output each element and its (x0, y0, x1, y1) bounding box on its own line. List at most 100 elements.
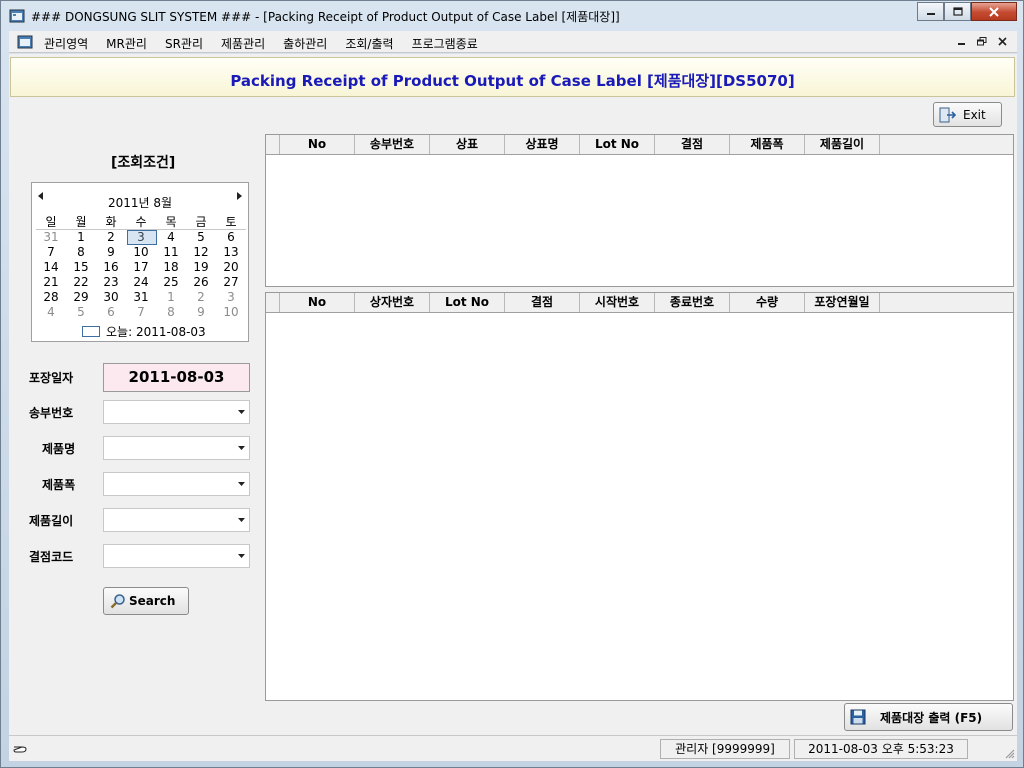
shipment-no-label: 송부번호 (29, 406, 74, 420)
menu-inquiry-print[interactable]: 조회/출력 (345, 35, 393, 52)
calendar-day[interactable]: 31 (36, 230, 66, 245)
calendar-day[interactable]: 2 (186, 290, 216, 305)
column-header[interactable]: 송부번호 (355, 135, 430, 154)
column-header[interactable]: 수량 (730, 293, 805, 312)
calendar-day[interactable]: 4 (36, 305, 66, 320)
calendar-day[interactable]: 5 (186, 230, 216, 245)
product-name-label: 제품명 (42, 442, 76, 456)
column-header[interactable]: 시작번호 (580, 293, 655, 312)
calendar-day[interactable]: 9 (96, 245, 126, 260)
calendar-day[interactable]: 2 (96, 230, 126, 245)
column-header[interactable]: 상자번호 (355, 293, 430, 312)
product-name-combo[interactable] (103, 436, 250, 460)
shipment-no-combo[interactable] (103, 400, 250, 424)
search-label: Search (129, 594, 176, 608)
calendar-day-selected[interactable]: 3 (126, 230, 157, 245)
product-length-combo[interactable] (103, 508, 250, 532)
column-header[interactable]: Lot No (580, 135, 655, 154)
minimize-button[interactable] (917, 2, 944, 21)
calendar-day[interactable]: 11 (156, 245, 186, 260)
calendar-day[interactable]: 13 (216, 245, 246, 260)
calendar-today-link[interactable]: 오늘: 2011-08-03 (82, 323, 206, 340)
menu-product[interactable]: 제품관리 (221, 35, 265, 52)
calendar-day[interactable]: 15 (66, 260, 96, 275)
calendar-day[interactable]: 16 (96, 260, 126, 275)
calendar-day[interactable]: 3 (216, 290, 246, 305)
exit-button[interactable]: Exit (933, 102, 1002, 127)
calendar-day[interactable]: 17 (126, 260, 156, 275)
calendar-day[interactable]: 14 (36, 260, 66, 275)
menu-sr[interactable]: SR관리 (165, 35, 203, 52)
menu-shipping[interactable]: 출하관리 (283, 35, 327, 52)
maximize-button[interactable] (944, 2, 971, 21)
calendar-day[interactable]: 6 (96, 305, 126, 320)
column-header[interactable]: 결점 (655, 135, 730, 154)
column-header[interactable]: 제품폭 (730, 135, 805, 154)
menu-admin-area[interactable]: 관리영역 (44, 35, 88, 52)
calendar-day[interactable]: 18 (156, 260, 186, 275)
calendar-day[interactable]: 1 (156, 290, 186, 305)
calendar-day[interactable]: 21 (36, 275, 66, 290)
calendar-day[interactable]: 23 (96, 275, 126, 290)
calendar-day[interactable]: 10 (216, 305, 246, 320)
month-calendar[interactable]: 2011년 8월 일 월 화 수 목 금 토 31 1 2 3 4 5 6 7 … (31, 182, 249, 342)
column-header[interactable]: No (280, 135, 355, 154)
client-area: Packing Receipt of Product Output of Cas… (9, 54, 1017, 761)
calendar-day[interactable]: 24 (126, 275, 156, 290)
calendar-day[interactable]: 7 (126, 305, 156, 320)
calendar-day[interactable]: 6 (216, 230, 246, 245)
calendar-day[interactable]: 1 (66, 230, 96, 245)
calendar-day[interactable]: 26 (186, 275, 216, 290)
column-header[interactable]: 상표 (430, 135, 505, 154)
shipment-grid[interactable]: No 송부번호 상표 상표명 Lot No 결점 제품폭 제품길이 (265, 134, 1014, 287)
calendar-day[interactable]: 28 (36, 290, 66, 305)
close-button[interactable] (971, 2, 1017, 21)
column-header[interactable]: 결점 (505, 293, 580, 312)
app-icon (9, 9, 25, 23)
restore-icon (977, 36, 987, 45)
calendar-day[interactable]: 12 (186, 245, 216, 260)
search-button[interactable]: Search (103, 587, 189, 615)
calendar-day[interactable]: 31 (126, 290, 156, 305)
column-header[interactable]: 상표명 (505, 135, 580, 154)
calendar-day[interactable]: 4 (156, 230, 186, 245)
case-grid[interactable]: No 상자번호 Lot No 결점 시작번호 종료번호 수량 포장연월일 (265, 292, 1014, 701)
product-width-label: 제품폭 (42, 478, 76, 492)
exit-label: Exit (963, 107, 986, 122)
mdi-child-icon[interactable] (17, 34, 33, 50)
title-bar[interactable]: ### DONGSUNG SLIT SYSTEM ### - [Packing … (1, 1, 1023, 31)
calendar-day[interactable]: 19 (186, 260, 216, 275)
calendar-day[interactable]: 30 (96, 290, 126, 305)
menu-bar: 관리영역 MR관리 SR관리 제품관리 출하관리 조회/출력 프로그램종료 (9, 31, 1017, 53)
mdi-restore-button[interactable] (973, 33, 991, 49)
defect-code-combo[interactable] (103, 544, 250, 568)
maximize-icon (952, 7, 963, 16)
calendar-day[interactable]: 22 (66, 275, 96, 290)
column-header[interactable]: 제품길이 (805, 135, 880, 154)
column-header[interactable]: 종료번호 (655, 293, 730, 312)
calendar-day[interactable]: 8 (156, 305, 186, 320)
calendar-day[interactable]: 8 (66, 245, 96, 260)
column-header[interactable]: Lot No (430, 293, 505, 312)
calendar-day[interactable]: 29 (66, 290, 96, 305)
calendar-day[interactable]: 7 (36, 245, 66, 260)
mdi-minimize-button[interactable] (953, 33, 971, 49)
column-header[interactable]: No (280, 293, 355, 312)
resize-grip-icon[interactable] (1003, 747, 1015, 759)
next-month-icon[interactable] (236, 192, 242, 200)
calendar-day[interactable]: 25 (156, 275, 186, 290)
column-header[interactable]: 포장연월일 (805, 293, 880, 312)
calendar-today-label: 오늘: 2011-08-03 (106, 325, 206, 339)
mdi-close-button[interactable] (993, 33, 1011, 49)
product-width-combo[interactable] (103, 472, 250, 496)
menu-exit-program[interactable]: 프로그램종료 (412, 35, 478, 52)
packing-date-field[interactable]: 2011-08-03 (103, 363, 250, 392)
calendar-month-label[interactable]: 2011년 8월 (32, 194, 248, 211)
calendar-day[interactable]: 10 (126, 245, 156, 260)
calendar-day[interactable]: 27 (216, 275, 246, 290)
menu-mr[interactable]: MR관리 (106, 35, 147, 52)
calendar-day[interactable]: 20 (216, 260, 246, 275)
calendar-day[interactable]: 5 (66, 305, 96, 320)
calendar-day[interactable]: 9 (186, 305, 216, 320)
print-product-ledger-button[interactable]: 제품대장 출력 (F5) (844, 703, 1013, 731)
